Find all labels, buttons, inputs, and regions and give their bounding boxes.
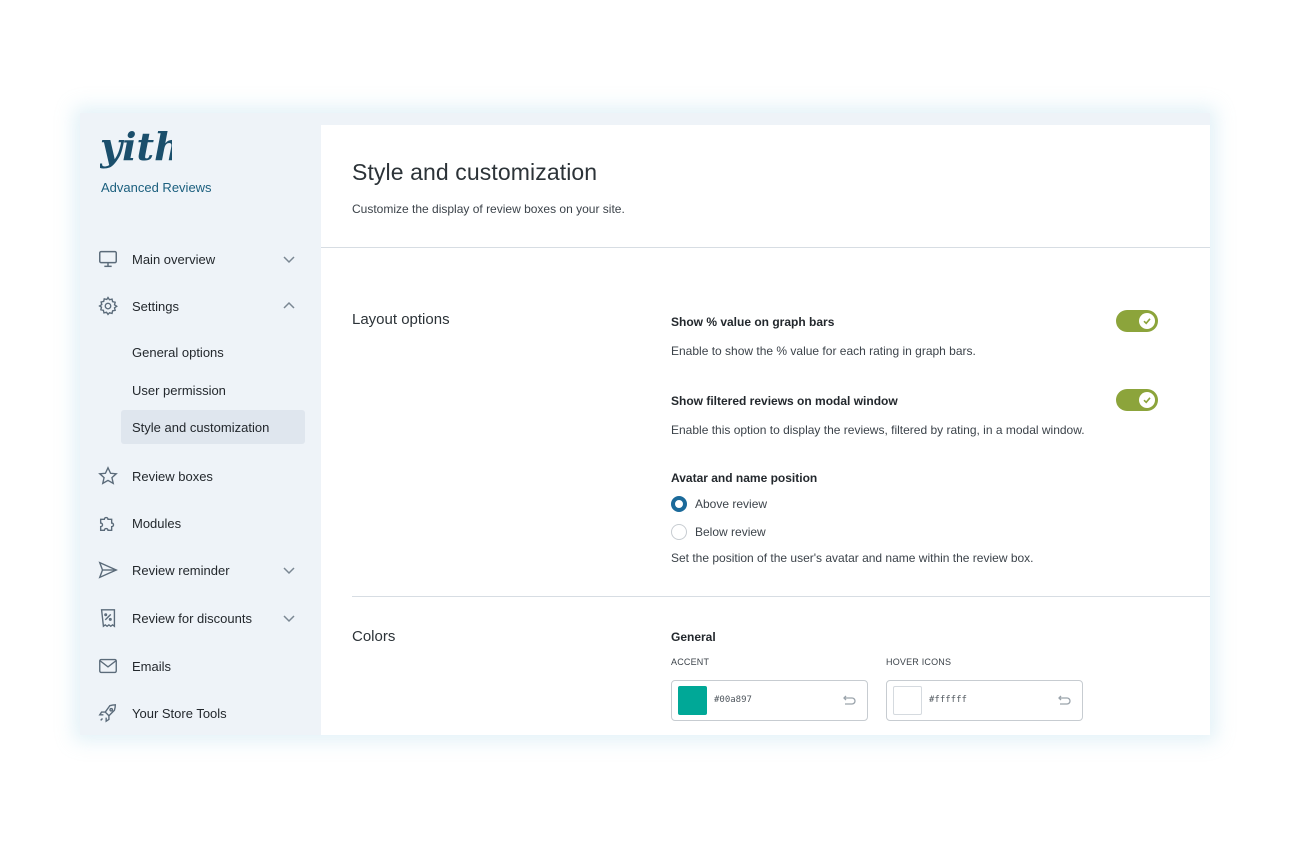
header-divider: [321, 247, 1210, 248]
accent-swatch[interactable]: [678, 686, 707, 715]
reset-icon[interactable]: [1056, 693, 1072, 709]
avatar-position-description: Set the position of the user's avatar an…: [671, 551, 1034, 565]
hover-icons-swatch[interactable]: [893, 686, 922, 715]
envelope-icon: [97, 655, 119, 677]
colors-group-title: General: [671, 630, 716, 644]
main-panel: Style and customization Customize the di…: [321, 125, 1210, 735]
show-filtered-description: Enable this option to display the review…: [671, 423, 1085, 437]
sidebar-item-label: Settings: [132, 298, 179, 314]
sidebar-item-label: Review reminder: [132, 562, 230, 578]
sidebar-item-review-for-discounts[interactable]: Review for discounts: [97, 602, 307, 634]
sidebar-item-emails[interactable]: Emails: [97, 650, 307, 682]
sidebar-subitem-user-permission[interactable]: User permission: [121, 373, 305, 407]
page-description: Customize the display of review boxes on…: [352, 202, 625, 216]
sidebar-item-modules[interactable]: Modules: [97, 507, 307, 539]
sidebar-item-label: Modules: [132, 515, 182, 531]
sidebar-item-label: Review for discounts: [132, 610, 252, 626]
accent-color-picker[interactable]: #00a897: [671, 680, 868, 721]
show-percent-label: Show % value on graph bars: [671, 315, 835, 329]
chevron-down-icon: [283, 615, 295, 623]
puzzle-icon: [97, 512, 119, 534]
show-percent-toggle[interactable]: [1116, 310, 1158, 332]
sidebar-item-settings[interactable]: Settings: [97, 290, 307, 322]
hover-icons-label: HOVER ICONS: [886, 657, 952, 667]
star-icon: [97, 465, 119, 487]
radio-label: Below review: [695, 525, 766, 539]
paper-plane-icon: [97, 559, 119, 581]
rocket-icon: [97, 702, 119, 724]
page-title: Style and customization: [352, 159, 598, 185]
app-window: yith Advanced Reviews Main overview Sett…: [80, 113, 1210, 735]
radio-label: Above review: [695, 497, 768, 511]
sidebar-item-main-overview[interactable]: Main overview: [97, 243, 307, 275]
sidebar-subitem-style-customization[interactable]: Style and customization: [121, 410, 305, 444]
check-icon: [1143, 397, 1151, 404]
gear-icon: [97, 295, 119, 317]
sidebar-subitem-general-options[interactable]: General options: [121, 335, 305, 369]
radio-button-selected[interactable]: [671, 496, 687, 512]
accent-hex-value[interactable]: #00a897: [714, 695, 752, 705]
sidebar-item-review-boxes[interactable]: Review boxes: [97, 460, 307, 492]
section-title-layout-options: Layout options: [352, 311, 450, 328]
section-divider: [352, 596, 1210, 597]
sidebar-item-label: Your Store Tools: [132, 705, 227, 721]
hover-icons-hex-value[interactable]: #ffffff: [929, 695, 967, 705]
monitor-icon: [97, 248, 119, 270]
accent-label: ACCENT: [671, 657, 710, 667]
svg-text:yith: yith: [100, 124, 172, 169]
radio-button[interactable]: [671, 524, 687, 540]
show-filtered-toggle[interactable]: [1116, 389, 1158, 411]
chevron-down-icon: [283, 256, 295, 264]
check-icon: [1143, 318, 1151, 325]
coupon-icon: [97, 607, 119, 629]
toggle-knob: [1139, 313, 1155, 329]
avatar-position-label: Avatar and name position: [671, 471, 818, 485]
section-title-colors: Colors: [352, 628, 396, 645]
reset-icon[interactable]: [841, 693, 857, 709]
radio-below-review[interactable]: Below review: [671, 524, 766, 540]
brand-subtitle: Advanced Reviews: [101, 180, 212, 195]
show-filtered-label: Show filtered reviews on modal window: [671, 394, 898, 408]
sidebar-item-label: Main overview: [132, 251, 216, 267]
toggle-knob: [1139, 392, 1155, 408]
yith-logo: yith: [99, 123, 182, 176]
sidebar: yith Advanced Reviews Main overview Sett…: [80, 113, 320, 735]
sidebar-item-label: Emails: [132, 658, 172, 674]
chevron-down-icon: [283, 567, 295, 575]
chevron-up-icon: [283, 301, 295, 309]
hover-icons-color-picker[interactable]: #ffffff: [886, 680, 1083, 721]
radio-above-review[interactable]: Above review: [671, 496, 767, 512]
sidebar-item-label: Review boxes: [132, 468, 213, 484]
show-percent-description: Enable to show the % value for each rati…: [671, 344, 976, 358]
sidebar-item-your-store-tools[interactable]: Your Store Tools: [97, 697, 307, 729]
sidebar-item-review-reminder[interactable]: Review reminder: [97, 554, 307, 586]
